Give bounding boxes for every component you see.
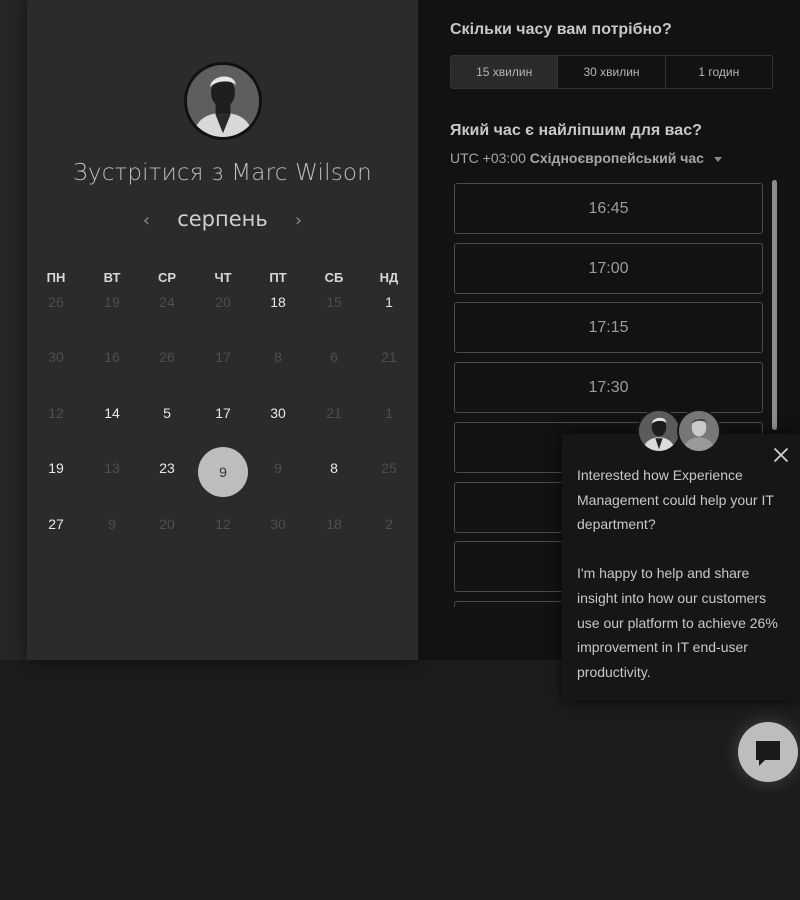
calendar-day: 30	[270, 515, 286, 532]
duration-selector: 15 хвилин 30 хвилин 1 годин	[450, 55, 773, 89]
caret-down-icon	[713, 156, 722, 162]
calendar-day[interactable]: 5	[142, 405, 192, 421]
calendar-day[interactable]: 17	[198, 405, 248, 421]
timezone-selector[interactable]: UTC +03:00 Східноєвропейський час	[450, 150, 722, 166]
time-slot[interactable]: 16:45	[454, 183, 763, 234]
weekday-label: ПТ	[269, 270, 287, 285]
calendar-day: 2	[385, 515, 393, 532]
calendar-day[interactable]: 27	[31, 516, 81, 532]
calendar-day: 26	[48, 293, 64, 310]
chevron-left-icon[interactable]: ‹	[135, 210, 159, 231]
calendar-day: 20	[215, 293, 231, 310]
weekday-label: СБ	[324, 270, 344, 285]
weekday-label: ПН	[46, 270, 66, 285]
chat-message: Interested how Experience Management cou…	[577, 463, 787, 684]
calendar-day: 30	[48, 349, 64, 365]
calendar-day: 9	[274, 460, 282, 476]
calendar-day: 21	[326, 404, 342, 421]
weekday-label: СР	[157, 270, 177, 285]
calendar-day[interactable]: 30	[253, 405, 303, 421]
calendar-day: 8	[274, 349, 282, 365]
chevron-right-icon[interactable]: ›	[286, 210, 310, 231]
duration-heading: Скільки часу вам потрібно?	[450, 21, 672, 38]
calendar-day: 16	[104, 349, 120, 365]
agent-avatar-2	[677, 409, 721, 453]
calendar-day-selected[interactable]: 9	[198, 447, 248, 497]
calendar-day[interactable]: 14	[87, 405, 137, 421]
calendar-day[interactable]: 23	[142, 460, 192, 476]
calendar-day: 25	[381, 460, 397, 476]
calendar-day: 1	[385, 404, 393, 421]
calendar-day: 20	[159, 515, 175, 532]
time-slot-scrollbar[interactable]	[772, 180, 777, 430]
calendar-day: 21	[381, 349, 397, 365]
time-heading: Який час є найліпшим для вас?	[450, 122, 702, 139]
calendar-day: 6	[330, 349, 338, 365]
time-slot[interactable]: 17:30	[454, 362, 763, 414]
calendar-panel: Зустрітися з Marc Wilson ‹ серпень › ПН В…	[27, 0, 418, 660]
calendar-week-row: 26 19 24 20 18 15 1	[27, 294, 418, 350]
calendar-day: 15	[326, 293, 342, 310]
weekday-label: ВТ	[103, 270, 121, 285]
calendar-day[interactable]: 18	[253, 294, 303, 310]
calendar-week-row: 19 13 23 9 9 8 25	[27, 447, 418, 516]
chat-message-line-2: I'm happy to help and share insight into…	[577, 565, 778, 680]
calendar-day: 13	[104, 460, 120, 476]
duration-option[interactable]: 1 годин	[666, 56, 772, 88]
calendar-day: 17	[215, 349, 231, 365]
host-avatar	[184, 62, 262, 140]
calendar-week-row: 27 9 20 12 30 18 2	[27, 516, 418, 572]
time-slot[interactable]: 17:15	[454, 302, 763, 354]
meet-title: Зустрітися з Marc Wilson	[73, 160, 372, 186]
calendar-day: 19	[104, 293, 120, 310]
timezone-name: Східноєвропейський час	[529, 150, 704, 166]
chat-launcher-button[interactable]	[738, 722, 798, 782]
duration-option[interactable]: 30 хвилин	[558, 56, 666, 88]
time-slot[interactable]: 17:00	[454, 242, 763, 294]
calendar-day: 12	[215, 515, 231, 532]
calendar-day: 12	[48, 404, 64, 421]
calendar-day: 9	[108, 515, 116, 532]
agent-avatar-1	[637, 409, 681, 453]
chat-popup: Interested how Experience Management cou…	[562, 434, 800, 701]
calendar-day[interactable]: 1	[364, 294, 414, 310]
calendar-day[interactable]: 8	[309, 460, 359, 476]
weekday-label: НД	[379, 270, 399, 285]
month-navigation: ‹ серпень ›	[27, 207, 418, 231]
calendar-day[interactable]: 19	[31, 460, 81, 476]
chat-bubble-icon	[756, 741, 780, 766]
calendar-day: 24	[159, 293, 175, 310]
calendar-day: 18	[326, 515, 342, 532]
calendar-day: 26	[159, 349, 175, 365]
weekday-label: ЧТ	[214, 270, 232, 285]
month-label: серпень	[177, 207, 268, 231]
timezone-offset: UTC +03:00	[450, 150, 526, 166]
calendar-grid: ПН ВТ СР ЧТ ПТ СБ НД 26 19 24 20 18 15 1 30 16 26 17 8 6 21…	[27, 268, 418, 571]
chat-message-line-1: Interested how Experience Management cou…	[577, 467, 774, 533]
duration-option[interactable]: 15 хвилин	[451, 56, 559, 88]
calendar-week-row: 30 16 26 17 8 6 21	[27, 349, 418, 405]
